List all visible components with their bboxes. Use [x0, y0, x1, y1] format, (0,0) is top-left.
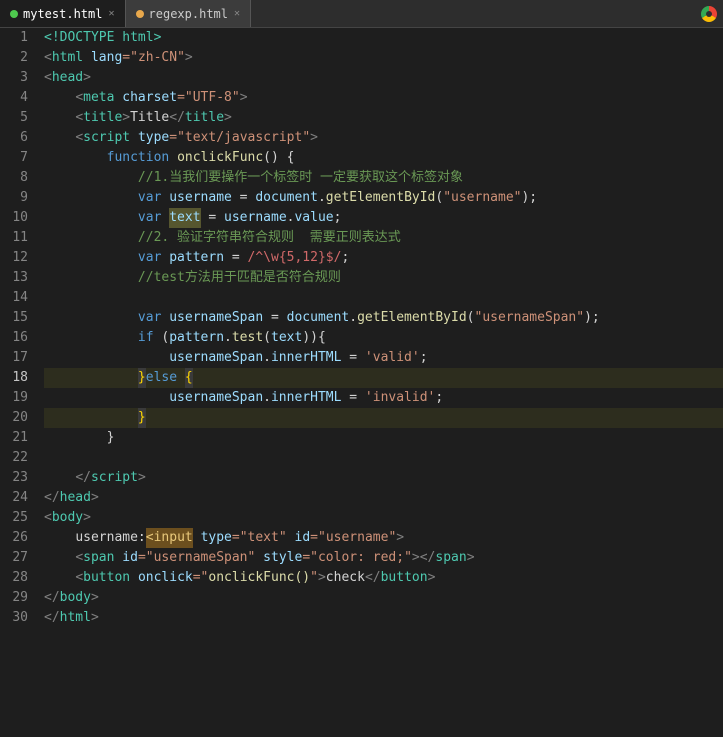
- code-line: <title>Title</title>: [44, 108, 723, 128]
- code-line: var usernameSpan = document.getElementBy…: [44, 308, 723, 328]
- code-line: </body>: [44, 588, 723, 608]
- code-line: usernameSpan.innerHTML = 'valid';: [44, 348, 723, 368]
- line-numbers: 1234567891011121314151617181920212223242…: [0, 28, 36, 737]
- code-line: //1.当我们要操作一个标签时 一定要获取这个标签对象: [44, 168, 723, 188]
- code-line: [44, 448, 723, 468]
- code-line: <button onclick="onclickFunc()">check</b…: [44, 568, 723, 588]
- code-line: <script type="text/javascript">: [44, 128, 723, 148]
- code-line: //2. 验证字符串符合规则 需要正则表达式: [44, 228, 723, 248]
- code-line: if (pattern.test(text)){: [44, 328, 723, 348]
- code-line: }: [44, 408, 723, 428]
- code-line: [44, 288, 723, 308]
- code-line: <html lang="zh-CN">: [44, 48, 723, 68]
- code-line: <span id="usernameSpan" style="color: re…: [44, 548, 723, 568]
- code-line: </head>: [44, 488, 723, 508]
- tab-mytest[interactable]: mytest.html ✕: [0, 0, 126, 27]
- code-line: <body>: [44, 508, 723, 528]
- chrome-icon: [701, 6, 717, 22]
- code-line: //test方法用于匹配是否符合规则: [44, 268, 723, 288]
- code-line: <meta charset="UTF-8">: [44, 88, 723, 108]
- code-line: var username = document.getElementById("…: [44, 188, 723, 208]
- code-line: <!DOCTYPE html>: [44, 28, 723, 48]
- code-line: var text = username.value;: [44, 208, 723, 228]
- editor: 1234567891011121314151617181920212223242…: [0, 28, 723, 737]
- code-line: </script>: [44, 468, 723, 488]
- tab-label-mytest: mytest.html: [23, 7, 102, 21]
- tab-label-regexp: regexp.html: [149, 7, 228, 21]
- code-line: var pattern = /^\w{5,12}$/;: [44, 248, 723, 268]
- code-line: usernameSpan.innerHTML = 'invalid';: [44, 388, 723, 408]
- tab-dot-orange: [136, 10, 144, 18]
- tab-close-regexp[interactable]: ✕: [234, 8, 240, 19]
- code-line: <head>: [44, 68, 723, 88]
- code-line: username:<input type="text" id="username…: [44, 528, 723, 548]
- code-line: function onclickFunc() {: [44, 148, 723, 168]
- tab-close-mytest[interactable]: ✕: [108, 8, 114, 19]
- tab-dot-green: [10, 10, 18, 18]
- tab-regexp[interactable]: regexp.html ✕: [126, 0, 252, 27]
- code-line: </html>: [44, 608, 723, 628]
- code-line: }: [44, 428, 723, 448]
- code-line: }else {: [44, 368, 723, 388]
- code-content[interactable]: <!DOCTYPE html><html lang="zh-CN"><head>…: [36, 28, 723, 737]
- tab-bar: mytest.html ✕ regexp.html ✕: [0, 0, 723, 28]
